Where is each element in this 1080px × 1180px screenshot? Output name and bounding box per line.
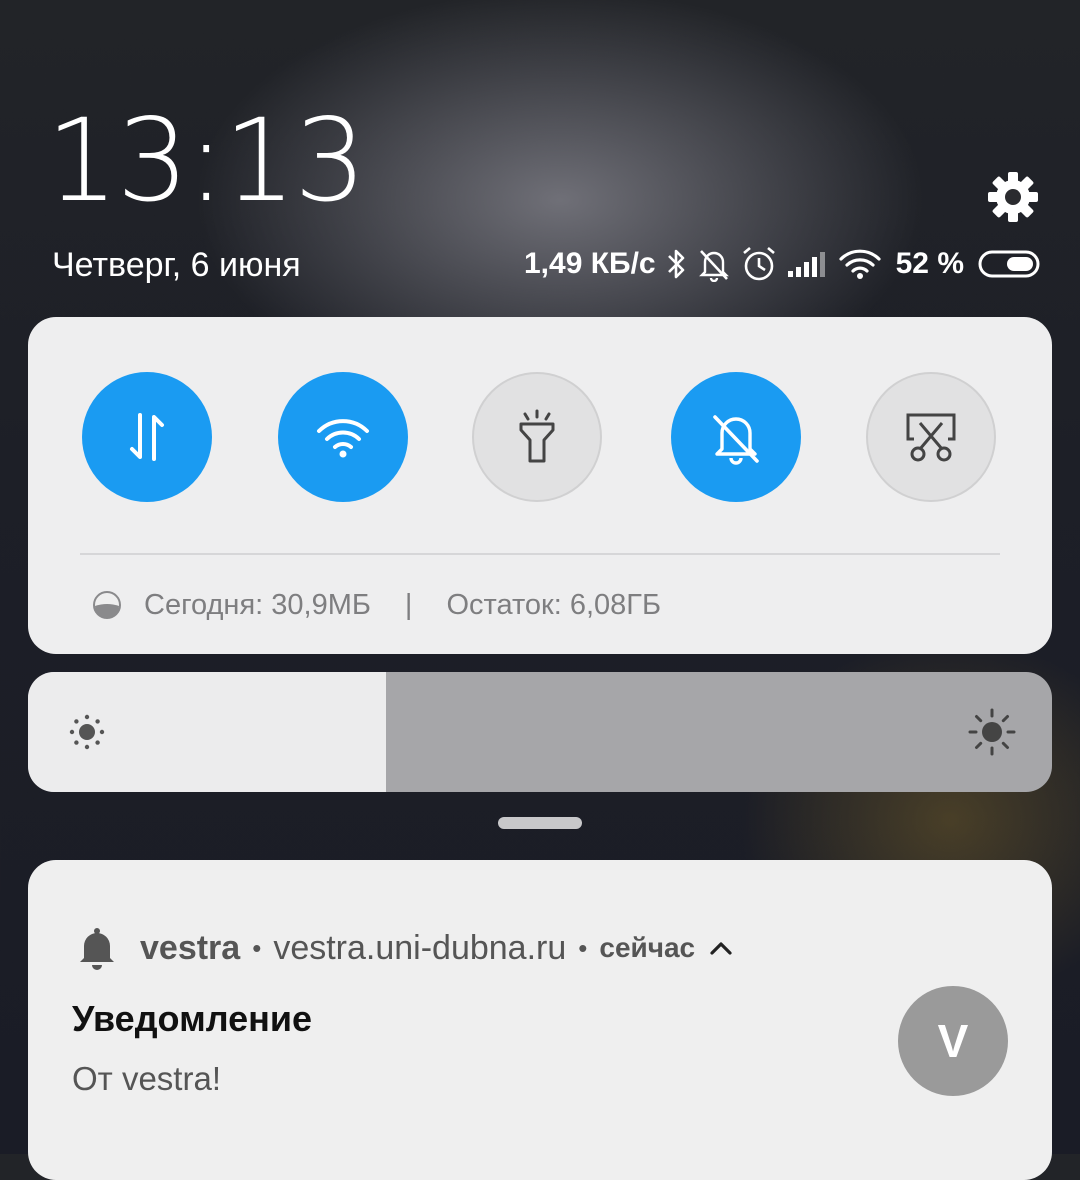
divider: [80, 553, 1000, 555]
mobile-data-toggle[interactable]: [82, 372, 212, 502]
notification-time: сейчас: [599, 932, 696, 963]
notification-title: Уведомление: [72, 998, 313, 1039]
mute-bell-icon: [713, 415, 759, 465]
data-usage-row[interactable]: Сегодня: 30,9МБ | Остаток: 6,08ГБ: [92, 583, 661, 627]
avatar: V: [898, 986, 1008, 1096]
notification-header: vestra • vestra.uni-dubna.ru • сейчас: [76, 926, 733, 970]
brightness-slider[interactable]: [28, 672, 1052, 792]
mute-bell-icon: [698, 250, 729, 282]
screenshot-toggle[interactable]: [866, 372, 996, 502]
silent-mode-toggle[interactable]: [671, 372, 801, 502]
separator-dot: •: [578, 932, 588, 963]
brightness-low-icon: [69, 714, 105, 750]
battery-percent: 52 %: [895, 247, 964, 280]
wifi-toggle[interactable]: [278, 372, 408, 502]
settings-gear-icon[interactable]: [986, 170, 1040, 224]
signal-icon: [787, 252, 825, 277]
chevron-up-icon[interactable]: [709, 940, 733, 956]
brightness-high-icon: [968, 708, 1016, 756]
flashlight-icon: [519, 409, 555, 463]
screenshot-scissors-icon: [906, 413, 956, 462]
battery-icon: [978, 250, 1040, 278]
wifi-icon: [839, 249, 881, 279]
usage-separator: |: [404, 588, 413, 621]
notification-card[interactable]: vestra • vestra.uni-dubna.ru • сейчас Ув…: [28, 860, 1052, 1180]
bluetooth-icon: [667, 249, 684, 279]
data-usage-icon: [93, 591, 121, 619]
network-speed: 1,49 КБ/с: [523, 247, 656, 280]
alarm-icon: [742, 247, 775, 281]
usage-remaining: Остаток: 6,08ГБ: [446, 588, 662, 621]
bell-icon: [80, 928, 114, 970]
status-icons: 1,49 КБ/с 52 %: [524, 244, 1042, 284]
usage-today: Сегодня: 30,9МБ: [144, 588, 371, 621]
clock[interactable]: 13:13: [46, 104, 367, 218]
notification-site: vestra.uni-dubna.ru: [273, 928, 567, 967]
notification-text: От vestra!: [72, 1060, 221, 1097]
flashlight-toggle[interactable]: [472, 372, 602, 502]
panel-drag-handle[interactable]: [498, 817, 582, 829]
notification-app-name: vestra: [140, 928, 241, 967]
separator-dot: •: [252, 932, 262, 963]
data-arrows-icon: [130, 413, 164, 461]
date-label[interactable]: Четверг, 6 июня: [52, 246, 301, 285]
wifi-icon: [317, 419, 369, 458]
quick-settings-panel: Сегодня: 30,9МБ | Остаток: 6,08ГБ: [28, 317, 1052, 654]
